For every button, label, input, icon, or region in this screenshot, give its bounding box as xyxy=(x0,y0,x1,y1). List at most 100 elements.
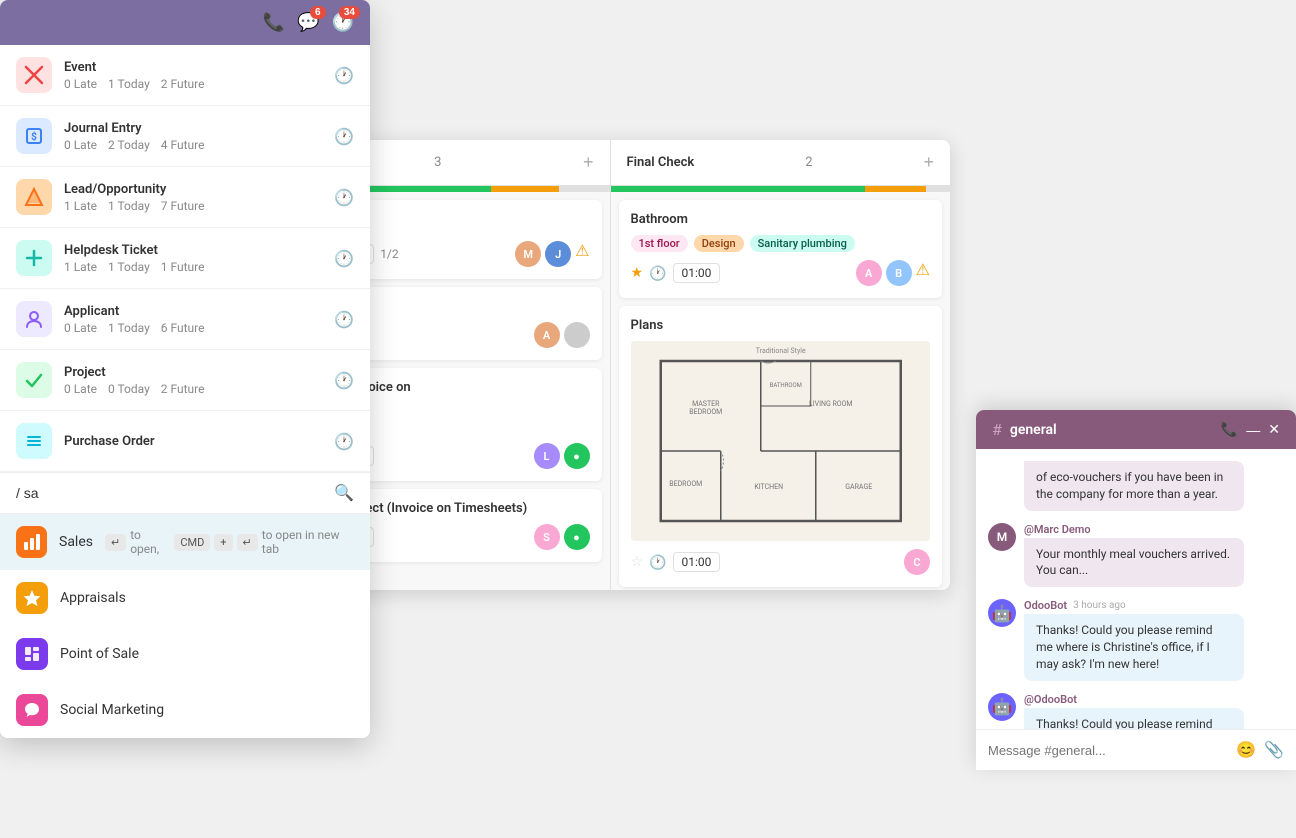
chat-phone-btn[interactable]: 📞 xyxy=(1221,421,1238,438)
assembly-fraction: 1/2 xyxy=(380,247,398,261)
avatar-b2: B xyxy=(886,260,912,286)
kanban-col1-add-button[interactable]: + xyxy=(583,152,594,173)
event-late: 0 Late xyxy=(64,77,97,91)
journal-late: 0 Late xyxy=(64,138,97,152)
project-late: 0 Late xyxy=(64,382,97,396)
avatar-8: ● xyxy=(564,524,590,550)
kanban-card-bathroom[interactable]: Bathroom 1st floor Design Sanitary plumb… xyxy=(619,200,943,298)
plans-clock-btn[interactable]: 🕐 xyxy=(649,554,666,571)
assembly-warning-icon: ⚠ xyxy=(575,241,589,267)
lead-future: 7 Future xyxy=(161,199,205,213)
chat-panel: # general 📞 — ✕ of eco-vouchers if you h… xyxy=(976,410,1296,770)
helpdesk-stats: 1 Late 1 Today 1 Future xyxy=(64,260,334,274)
junior-arch-avatars: S ● xyxy=(534,524,590,550)
app-item-sales[interactable]: Sales ↵ to open, CMD + ↵ to open in new … xyxy=(0,514,370,570)
lead-icon xyxy=(16,179,52,215)
event-icon xyxy=(16,57,52,93)
msg2-avatar: M xyxy=(988,523,1016,551)
activity-item-applicant[interactable]: Applicant 0 Late 1 Today 6 Future 🕐 xyxy=(0,289,370,350)
activity-list: Event 0 Late 1 Today 2 Future 🕐 $ Journa… xyxy=(0,45,370,472)
plans-avatars: C xyxy=(904,549,930,575)
avatar-7: S xyxy=(534,524,560,550)
project-icon xyxy=(16,362,52,398)
msg3-text: Thanks! Could you please remind me where… xyxy=(1036,622,1232,672)
msg3-avatar: 🤖 xyxy=(988,599,1016,627)
project-today: 0 Today xyxy=(108,382,150,396)
plans-star-icon: ☆ xyxy=(631,554,644,570)
msg1-text: of eco-vouchers if you have been in the … xyxy=(1036,469,1232,503)
plans-footer: ☆ 🕐 01:00 C xyxy=(631,549,931,575)
avatar-p1: C xyxy=(904,549,930,575)
kanban-col2-header: Final Check 2 + xyxy=(611,140,951,186)
applicant-icon xyxy=(16,301,52,337)
activity-item-helpdesk[interactable]: Helpdesk Ticket 1 Late 1 Today 1 Future … xyxy=(0,228,370,289)
bathroom-star-icon: ★ xyxy=(631,265,644,281)
svg-text:GARAGE: GARAGE xyxy=(845,483,872,491)
plans-time: 01:00 xyxy=(673,552,721,572)
bathroom-clock-btn[interactable]: 🕐 xyxy=(649,265,666,282)
msg4-sender: @OdooBot xyxy=(1024,693,1244,706)
journal-clock-icon: 🕐 xyxy=(334,127,354,146)
helpdesk-name: Helpdesk Ticket xyxy=(64,243,334,258)
svg-text:BEDROOM: BEDROOM xyxy=(689,408,722,416)
event-clock-icon: 🕐 xyxy=(334,66,354,85)
activity-item-journal[interactable]: $ Journal Entry 0 Late 2 Today 4 Future … xyxy=(0,106,370,167)
msg1-bubble: of eco-vouchers if you have been in the … xyxy=(1024,461,1244,511)
app-item-social[interactable]: Social Marketing xyxy=(0,682,370,738)
applicant-clock-icon: 🕐 xyxy=(334,310,354,329)
chat-emoji-btn[interactable]: 😊 xyxy=(1236,740,1256,760)
event-info: Event 0 Late 1 Today 2 Future xyxy=(64,60,334,91)
bathroom-time: 01:00 xyxy=(673,263,721,283)
avatar-5: L xyxy=(534,443,560,469)
helpdesk-late: 1 Late xyxy=(64,260,97,274)
chat-badge-button[interactable]: 💬 6 xyxy=(297,12,319,33)
activity-badge-count: 34 xyxy=(339,6,360,19)
app-item-pos[interactable]: Point of Sale xyxy=(0,626,370,682)
lead-info: Lead/Opportunity 1 Late 1 Today 7 Future xyxy=(64,182,334,213)
activity-badge-button[interactable]: 🕐 34 xyxy=(332,12,354,33)
search-input[interactable] xyxy=(16,485,326,501)
sales-shortcut: ↵ to open, CMD + ↵ to open in new tab xyxy=(105,528,354,556)
tag-sanitary: Sanitary plumbing xyxy=(750,235,855,252)
chat-message-2: M @Marc Demo Your monthly meal vouchers … xyxy=(988,523,1284,588)
purchase-name: Purchase Order xyxy=(64,434,334,449)
sales-app-icon xyxy=(16,526,47,558)
architect-avatars: L ● xyxy=(534,443,590,469)
chat-message-input[interactable] xyxy=(988,743,1228,758)
activity-item-event[interactable]: Event 0 Late 1 Today 2 Future 🕐 xyxy=(0,45,370,106)
applicant-future: 6 Future xyxy=(161,321,205,335)
helpdesk-today: 1 Today xyxy=(108,260,150,274)
activity-item-purchase[interactable]: Purchase Order 🕐 xyxy=(0,411,370,472)
search-bar: 🔍 xyxy=(0,472,370,513)
activity-item-project[interactable]: Project 0 Late 0 Today 2 Future 🕐 xyxy=(0,350,370,411)
svg-text:BATHROOM: BATHROOM xyxy=(769,382,801,389)
msg4-avatar: 🤖 xyxy=(988,693,1016,721)
project-stats: 0 Late 0 Today 2 Future xyxy=(64,382,334,396)
chat-attach-btn[interactable]: 📎 xyxy=(1264,740,1284,760)
appraisals-app-icon xyxy=(16,582,48,614)
app-item-appraisals[interactable]: Appraisals xyxy=(0,570,370,626)
chat-close-btn[interactable]: ✕ xyxy=(1268,421,1280,438)
kanban-board: s 3 + ssembly ☆ ⬆ 16 xyxy=(270,140,950,590)
kanban-col2-count: 2 xyxy=(805,155,812,170)
activity-item-lead[interactable]: Lead/Opportunity 1 Late 1 Today 7 Future… xyxy=(0,167,370,228)
bathroom-warning-icon: ⚠ xyxy=(916,260,930,286)
msg2-bubble: Your monthly meal vouchers arrived. You … xyxy=(1024,538,1244,588)
svg-text:Traditional Style: Traditional Style xyxy=(755,347,805,355)
search-button[interactable]: 🔍 xyxy=(334,483,354,503)
plans-actions: ☆ 🕐 01:00 xyxy=(631,552,721,572)
kanban-columns: s 3 + ssembly ☆ ⬆ 16 xyxy=(270,140,950,590)
kanban-col2-add-button[interactable]: + xyxy=(923,152,934,173)
journal-stats: 0 Late 2 Today 4 Future xyxy=(64,138,334,152)
kanban-col2-cards: Bathroom 1st floor Design Sanitary plumb… xyxy=(611,192,951,590)
helpdesk-info: Helpdesk Ticket 1 Late 1 Today 1 Future xyxy=(64,243,334,274)
avatar-1: M xyxy=(515,241,541,267)
applicant-info: Applicant 0 Late 1 Today 6 Future xyxy=(64,304,334,335)
chat-minimize-btn[interactable]: — xyxy=(1246,421,1260,438)
kanban-card-plans[interactable]: Plans MASTER xyxy=(619,306,943,587)
svg-text:LIVING ROOM: LIVING ROOM xyxy=(808,400,852,408)
journal-future: 4 Future xyxy=(161,138,205,152)
chat-badge-count: 6 xyxy=(310,6,326,19)
chat-message-1: of eco-vouchers if you have been in the … xyxy=(988,461,1284,511)
journal-icon: $ xyxy=(16,118,52,154)
